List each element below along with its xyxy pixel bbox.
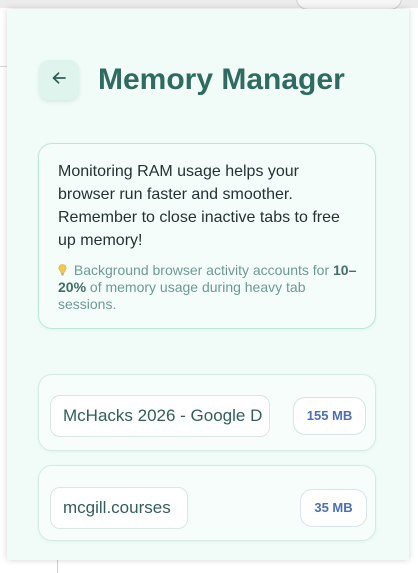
info-text: Monitoring RAM usage helps your browser …: [58, 163, 340, 249]
tab-card: mcgill.courses 35 MB: [38, 465, 376, 541]
memory-badge: 35 MB: [300, 489, 367, 527]
divider: [57, 560, 58, 573]
memory-manager-popup: Memory Manager Monitoring RAM usage help…: [7, 9, 409, 560]
tip-prefix: Background browser activity accounts for: [70, 262, 334, 278]
lightbulb-icon: [58, 262, 67, 279]
tab-card: McHacks 2026 - Google D 155 MB: [38, 374, 376, 451]
tip-suffix: of memory usage during heavy tab session…: [58, 279, 306, 312]
back-button[interactable]: [39, 60, 79, 100]
memory-badge: 155 MB: [293, 397, 366, 435]
tip-text: Background browser activity accounts for…: [58, 262, 357, 313]
page-title: Memory Manager: [98, 63, 345, 96]
tab-name-button[interactable]: McHacks 2026 - Google D: [50, 395, 270, 437]
arrow-left-icon: [52, 71, 66, 89]
tab-name-button[interactable]: mcgill.courses: [50, 487, 188, 529]
info-card: Monitoring RAM usage helps your browser …: [38, 143, 376, 329]
